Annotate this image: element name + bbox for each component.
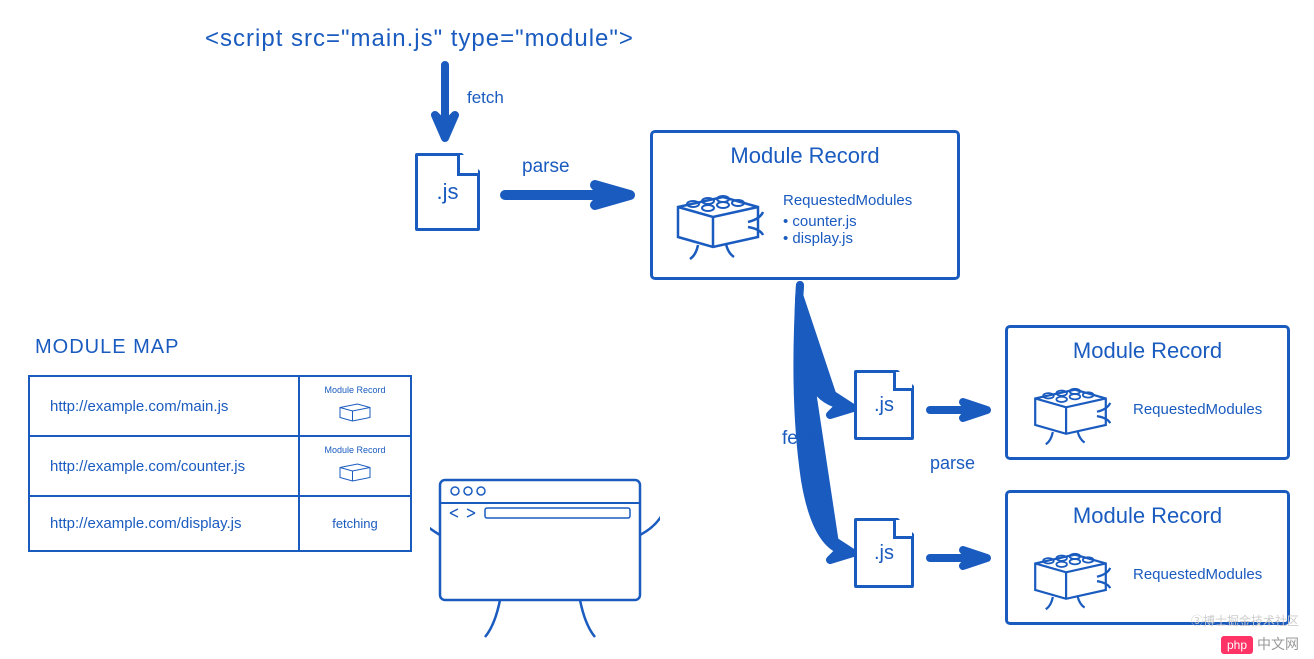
parse-label: parse xyxy=(930,453,975,474)
module-map-title: MODULE MAP xyxy=(35,336,179,359)
requested-modules-label: RequestedModules xyxy=(1133,566,1262,583)
arrow-down-fetch-icon xyxy=(430,60,470,150)
browser-character-icon xyxy=(430,465,660,645)
module-record-title: Module Record xyxy=(668,143,942,169)
parse-label: parse xyxy=(522,156,570,178)
module-map-url: http://example.com/counter.js xyxy=(29,436,299,496)
fetch-label: fetch xyxy=(782,428,823,450)
module-map-status-cell: Module Record xyxy=(299,376,411,436)
module-map-url: http://example.com/main.js xyxy=(29,376,299,436)
js-file-icon: .js xyxy=(854,518,914,588)
module-record-box-counter: Module Record RequestedModules xyxy=(1005,325,1290,460)
arrow-right-icon xyxy=(925,538,1000,578)
dep-item: display.js xyxy=(783,230,912,247)
lego-block-icon xyxy=(1023,537,1118,612)
table-row: http://example.com/counter.js Module Rec… xyxy=(29,436,411,496)
watermark-text: ③搏士掘金技术社区 xyxy=(1191,612,1299,629)
php-badge: php xyxy=(1221,636,1253,654)
module-record-title: Module Record xyxy=(1023,338,1272,364)
js-file-icon: .js xyxy=(415,153,480,231)
php-text: 中文网 xyxy=(1257,636,1299,652)
table-row: http://example.com/display.js fetching xyxy=(29,496,411,551)
fetch-label: fetch xyxy=(467,88,504,108)
module-map-url: http://example.com/display.js xyxy=(29,496,299,551)
js-file-label: .js xyxy=(874,542,894,565)
module-record-box-display: Module Record RequestedModules xyxy=(1005,490,1290,625)
mini-module-record-icon: Module Record xyxy=(308,385,402,427)
arrow-right-parse-icon xyxy=(495,175,645,215)
lego-block-icon xyxy=(1023,372,1118,447)
lego-block-icon xyxy=(668,177,768,262)
requested-modules-label: RequestedModules xyxy=(783,192,912,209)
requested-modules-section: RequestedModules counter.js display.js xyxy=(783,192,912,247)
js-file-icon: .js xyxy=(854,370,914,440)
table-row: http://example.com/main.js Module Record xyxy=(29,376,411,436)
mini-record-label: Module Record xyxy=(308,385,402,395)
module-record-box-main: Module Record RequestedModules counter.j… xyxy=(650,130,960,280)
php-logo: php中文网 xyxy=(1221,634,1299,654)
requested-modules-section: RequestedModules xyxy=(1133,401,1262,418)
requested-modules-label: RequestedModules xyxy=(1133,401,1262,418)
arrow-right-icon xyxy=(925,390,1000,430)
script-tag-text: <script src="main.js" type="module"> xyxy=(205,25,634,53)
module-map-status-cell: Module Record xyxy=(299,436,411,496)
module-map-fetching: fetching xyxy=(299,496,411,551)
js-file-label: .js xyxy=(874,394,894,417)
module-map-table: http://example.com/main.js Module Record… xyxy=(28,375,412,552)
mini-module-record-icon: Module Record xyxy=(308,445,402,487)
js-file-label: .js xyxy=(437,179,459,205)
module-record-title: Module Record xyxy=(1023,503,1272,529)
dep-item: counter.js xyxy=(783,213,912,230)
requested-modules-section: RequestedModules xyxy=(1133,566,1262,583)
mini-record-label: Module Record xyxy=(308,445,402,455)
